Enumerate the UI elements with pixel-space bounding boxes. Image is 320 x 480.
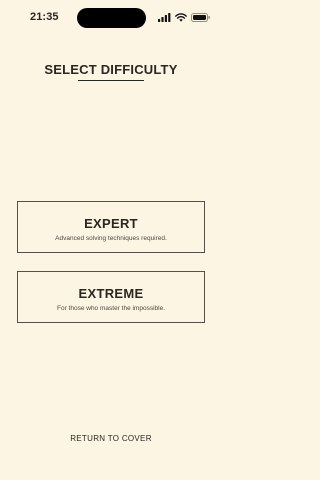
difficulty-title: EXPERT bbox=[84, 216, 138, 231]
dynamic-island bbox=[77, 8, 146, 28]
page-title: SELECT DIFFICULTY bbox=[44, 62, 178, 77]
signal-icon bbox=[158, 12, 171, 22]
wifi-icon bbox=[175, 12, 187, 22]
title-underline bbox=[78, 80, 144, 81]
return-to-cover-link[interactable]: RETURN TO COVER bbox=[0, 434, 222, 443]
battery-icon bbox=[191, 12, 210, 22]
difficulty-screen: 21:35 SELECT DIFFICULTY EXPERT Advanced … bbox=[0, 0, 222, 480]
difficulty-description: Advanced solving techniques required. bbox=[55, 235, 167, 242]
status-bar: 21:35 bbox=[0, 0, 222, 36]
status-icons bbox=[158, 12, 210, 22]
extreme-difficulty-button[interactable]: EXTREME For those who master the impossi… bbox=[17, 271, 205, 323]
difficulty-title: EXTREME bbox=[78, 286, 144, 301]
status-time: 21:35 bbox=[30, 11, 59, 23]
expert-difficulty-button[interactable]: EXPERT Advanced solving techniques requi… bbox=[17, 201, 205, 253]
difficulty-description: For those who master the impossible. bbox=[56, 305, 166, 312]
